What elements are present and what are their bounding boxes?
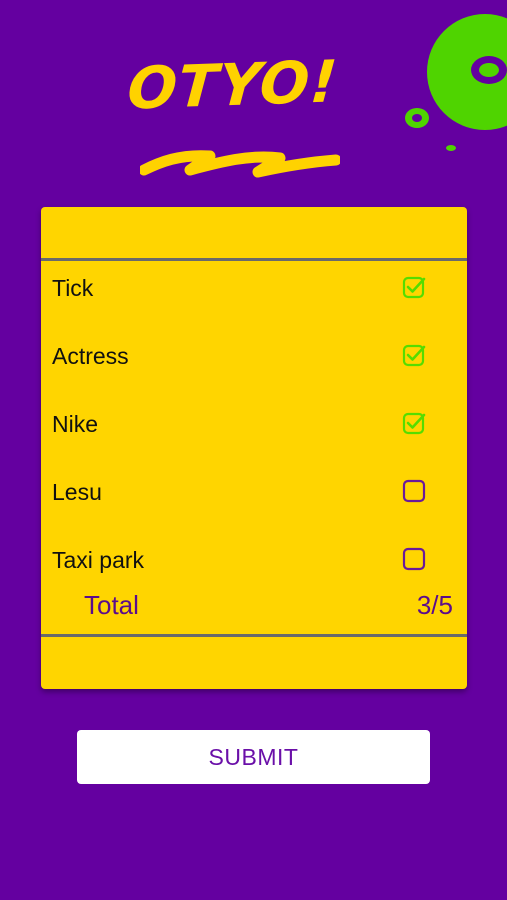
- checklist-card: Tick Actress Nike Lesu Taxi park Total 3…: [41, 207, 467, 689]
- checkbox-empty-icon[interactable]: [402, 479, 426, 503]
- list-item-label: Tick: [52, 275, 94, 301]
- checkbox-checked-icon[interactable]: [402, 411, 426, 435]
- list-item[interactable]: Tick: [41, 269, 467, 309]
- card-divider-top: [41, 258, 467, 261]
- logo-squiggle-icon: [140, 150, 340, 178]
- list-item-label: Actress: [52, 343, 129, 369]
- checkbox-empty-icon[interactable]: [402, 547, 426, 571]
- total-label: Total: [84, 590, 139, 620]
- list-item[interactable]: Lesu: [41, 473, 467, 513]
- list-item-label: Lesu: [52, 479, 102, 505]
- screen: OTYO! Tick Actress Nike Lesu Taxi park T…: [0, 0, 507, 900]
- list-item[interactable]: Taxi park: [41, 541, 467, 581]
- card-divider-bottom: [41, 634, 467, 637]
- checkbox-checked-icon[interactable]: [402, 275, 426, 299]
- submit-button[interactable]: SUBMIT: [77, 730, 430, 784]
- list-item[interactable]: Actress: [41, 337, 467, 377]
- list-item-label: Nike: [52, 411, 99, 437]
- list-item-label: Taxi park: [52, 547, 145, 573]
- decorative-rings-icon: [405, 14, 507, 151]
- checkbox-checked-icon[interactable]: [402, 343, 426, 367]
- logo-wordmark: OTYO!: [125, 47, 341, 123]
- total-value: 3/5: [416, 590, 453, 620]
- list-item[interactable]: Nike: [41, 405, 467, 445]
- app-logo: OTYO!: [120, 47, 350, 202]
